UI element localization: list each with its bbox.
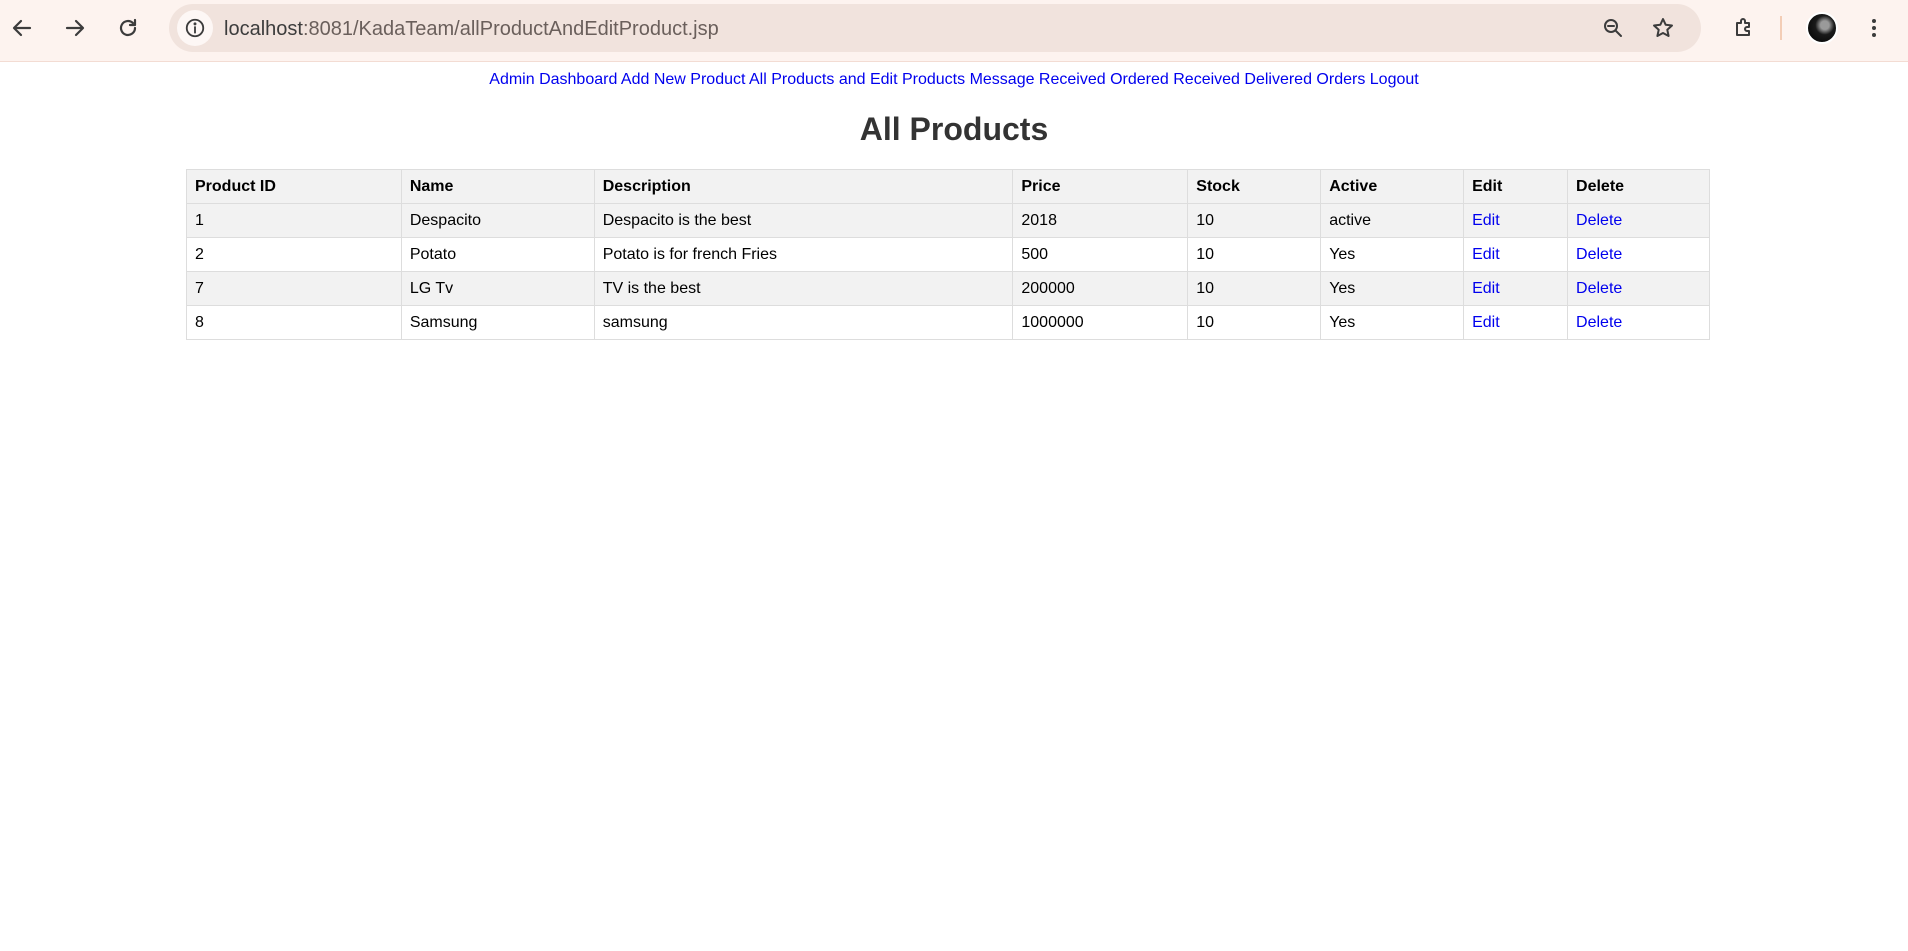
table-row: 2 Potato Potato is for french Fries 500 … — [186, 237, 1710, 272]
cell-price: 2018 — [1012, 203, 1189, 238]
cell-edit: Edit — [1463, 305, 1569, 340]
back-arrow-icon[interactable] — [4, 10, 40, 46]
column-header-delete: Delete — [1567, 169, 1710, 204]
reload-icon[interactable] — [110, 10, 146, 46]
cell-name: Samsung — [400, 305, 595, 340]
cell-name: Potato — [400, 237, 595, 272]
cell-description: Potato is for french Fries — [593, 237, 1014, 272]
url-host: localhost — [224, 18, 303, 40]
url-text[interactable]: localhost:8081/KadaTeam/allProductAndEdi… — [224, 18, 719, 41]
column-header-product-id: Product ID — [186, 169, 402, 204]
cell-delete: Delete — [1567, 271, 1710, 306]
table-header-row: Product ID Name Description Price Stock … — [186, 169, 1710, 204]
extensions-puzzle-icon[interactable] — [1726, 10, 1762, 46]
cell-active: Yes — [1320, 305, 1465, 340]
nav-link-all-products[interactable]: All Products and Edit Products — [749, 71, 965, 88]
cell-product-id: 2 — [186, 237, 402, 272]
delete-link[interactable]: Delete — [1576, 314, 1622, 331]
products-table: Product ID Name Description Price Stock … — [186, 169, 1710, 340]
nav-link-message-received[interactable]: Message Received — [970, 71, 1106, 88]
column-header-edit: Edit — [1463, 169, 1569, 204]
cell-stock: 10 — [1187, 305, 1322, 340]
cell-active: Yes — [1320, 271, 1465, 306]
delete-link[interactable]: Delete — [1576, 246, 1622, 263]
cell-active: Yes — [1320, 237, 1465, 272]
cell-edit: Edit — [1463, 271, 1569, 306]
cell-stock: 10 — [1187, 271, 1322, 306]
nav-link-delivered-orders[interactable]: Delivered Orders — [1244, 71, 1365, 88]
table-row: 7 LG Tv TV is the best 200000 10 Yes Edi… — [186, 271, 1710, 306]
nav-link-logout[interactable]: Logout — [1370, 71, 1419, 88]
products-table-container: Product ID Name Description Price Stock … — [186, 169, 1710, 340]
cell-product-id: 1 — [186, 203, 402, 238]
table-row: 1 Despacito Despacito is the best 2018 1… — [186, 203, 1710, 238]
admin-nav: Admin Dashboard Add New Product All Prod… — [0, 62, 1908, 90]
zoom-icon[interactable] — [1599, 14, 1627, 42]
cell-price: 1000000 — [1012, 305, 1189, 340]
toolbar-divider — [1780, 16, 1782, 40]
cell-product-id: 7 — [186, 271, 402, 306]
site-info-icon[interactable] — [177, 10, 213, 46]
page-content: Admin Dashboard Add New Product All Prod… — [0, 62, 1908, 340]
cell-stock: 10 — [1187, 237, 1322, 272]
kebab-menu-icon[interactable] — [1856, 10, 1892, 46]
address-bar[interactable]: localhost:8081/KadaTeam/allProductAndEdi… — [169, 4, 1701, 52]
cell-price: 200000 — [1012, 271, 1189, 306]
edit-link[interactable]: Edit — [1472, 212, 1500, 229]
cell-delete: Delete — [1567, 305, 1710, 340]
cell-product-id: 8 — [186, 305, 402, 340]
cell-name: LG Tv — [400, 271, 595, 306]
edit-link[interactable]: Edit — [1472, 314, 1500, 331]
cell-description: Despacito is the best — [593, 203, 1014, 238]
column-header-active: Active — [1320, 169, 1465, 204]
bookmark-star-icon[interactable] — [1649, 14, 1677, 42]
browser-toolbar: localhost:8081/KadaTeam/allProductAndEdi… — [0, 0, 1908, 62]
nav-link-admin-dashboard[interactable]: Admin Dashboard — [489, 71, 617, 88]
page-title: All Products — [859, 111, 1049, 147]
cell-price: 500 — [1012, 237, 1189, 272]
cell-description: TV is the best — [593, 271, 1014, 306]
url-path: :8081/KadaTeam/allProductAndEditProduct.… — [302, 18, 719, 40]
cell-stock: 10 — [1187, 203, 1322, 238]
profile-avatar[interactable] — [1806, 12, 1838, 44]
column-header-description: Description — [593, 169, 1014, 204]
cell-edit: Edit — [1463, 203, 1569, 238]
cell-delete: Delete — [1567, 237, 1710, 272]
nav-link-add-new-product[interactable]: Add New Product — [621, 71, 746, 88]
delete-link[interactable]: Delete — [1576, 212, 1622, 229]
forward-arrow-icon[interactable] — [57, 10, 93, 46]
edit-link[interactable]: Edit — [1472, 246, 1500, 263]
cell-name: Despacito — [400, 203, 595, 238]
column-header-name: Name — [400, 169, 595, 204]
edit-link[interactable]: Edit — [1472, 280, 1500, 297]
column-header-stock: Stock — [1187, 169, 1322, 204]
cell-description: samsung — [593, 305, 1014, 340]
table-row: 8 Samsung samsung 1000000 10 Yes Edit De… — [186, 305, 1710, 340]
cell-active: active — [1320, 203, 1465, 238]
delete-link[interactable]: Delete — [1576, 280, 1622, 297]
cell-edit: Edit — [1463, 237, 1569, 272]
cell-delete: Delete — [1567, 203, 1710, 238]
column-header-price: Price — [1012, 169, 1189, 204]
nav-link-ordered-received[interactable]: Ordered Received — [1110, 71, 1240, 88]
